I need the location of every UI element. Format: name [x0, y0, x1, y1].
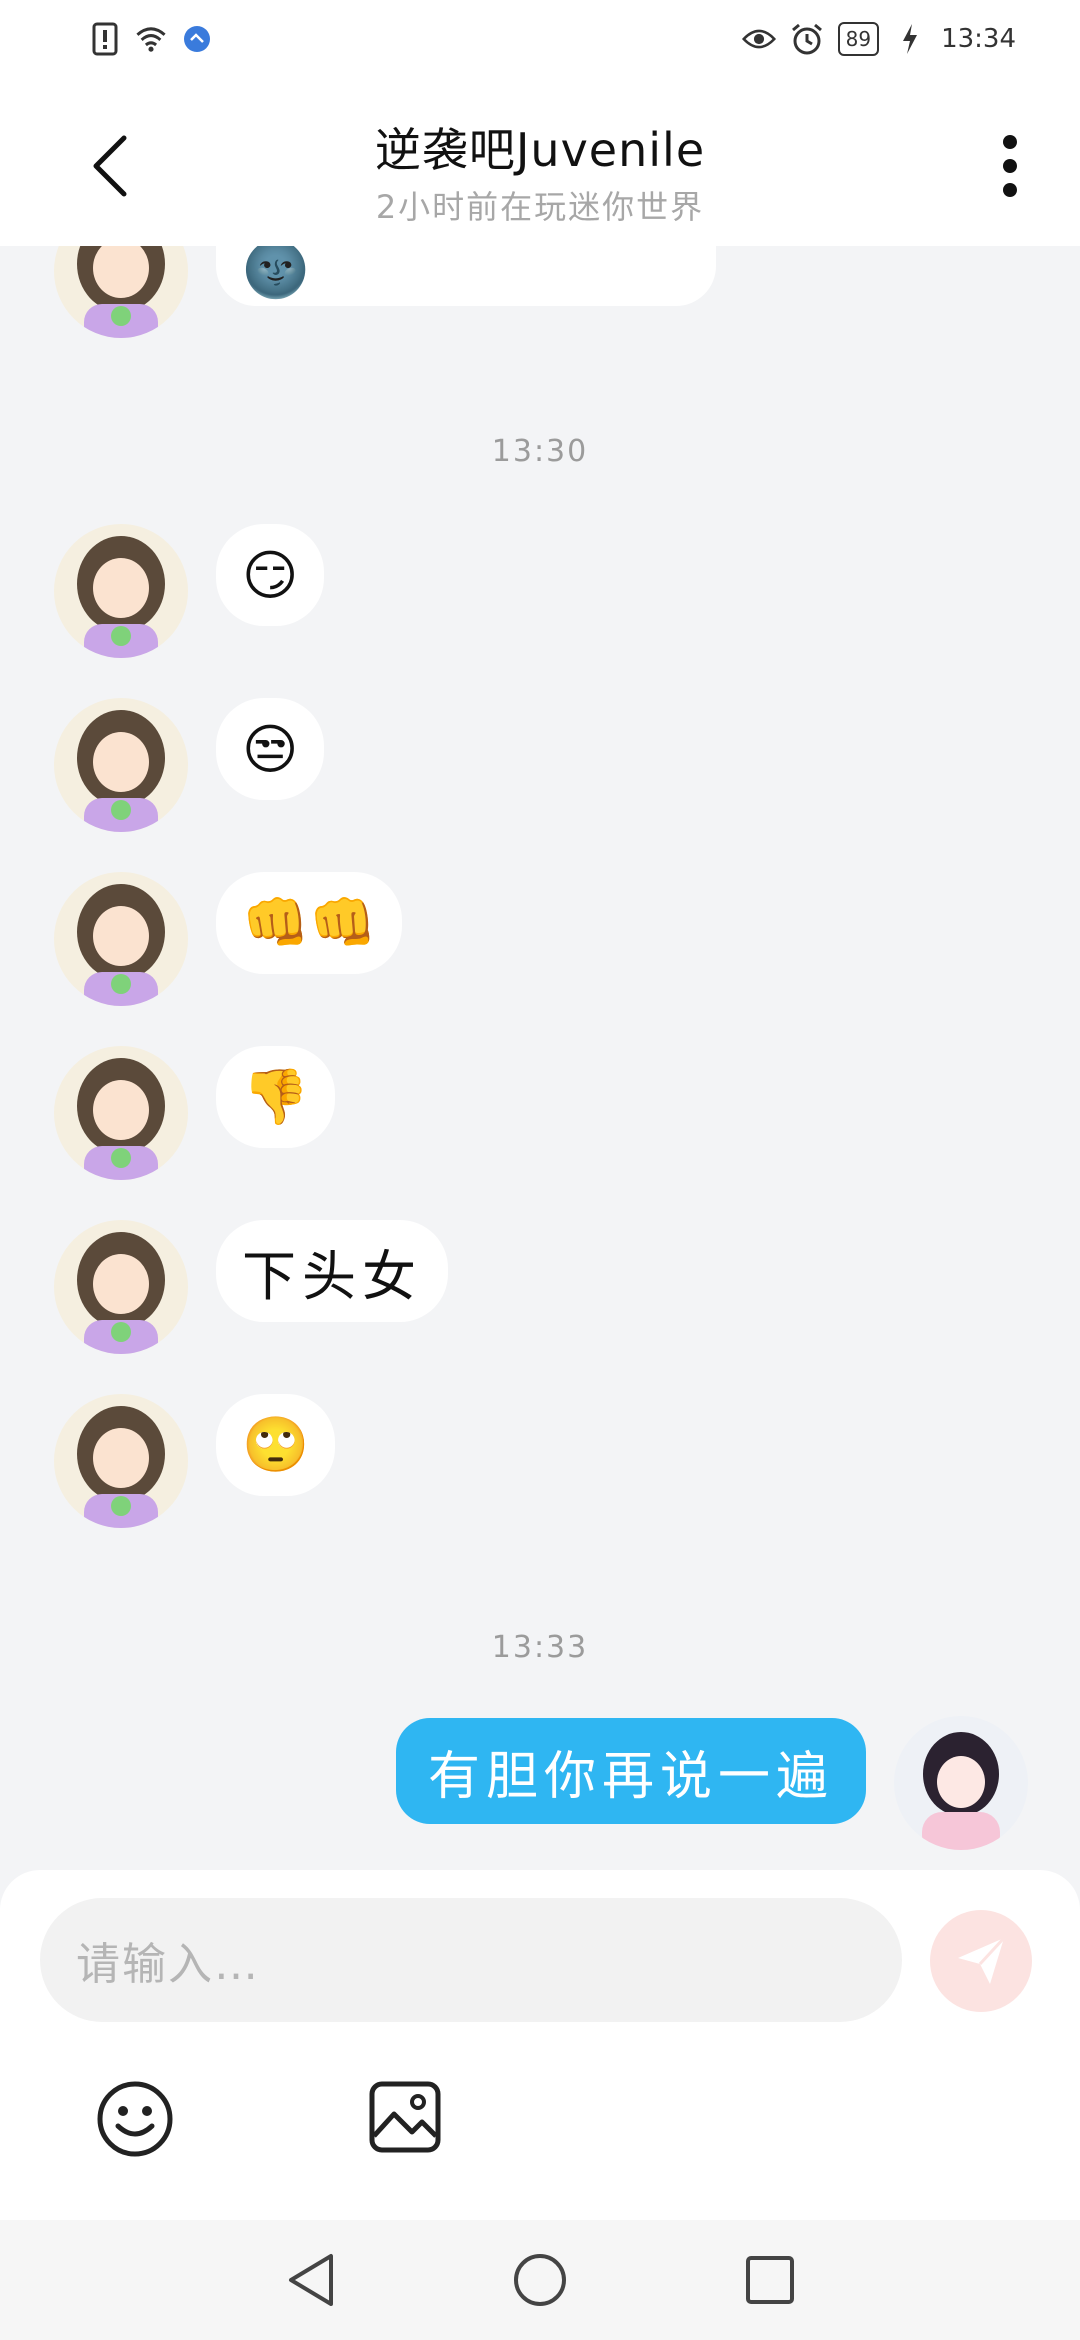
message-content: 😏 — [242, 543, 299, 607]
message-row-incoming: 😒 — [54, 698, 325, 832]
status-right: 89 13:34 — [741, 22, 1016, 56]
input-bar: 请输入… — [0, 1870, 1080, 2220]
system-navigation-bar — [0, 2220, 1080, 2340]
more-options-button[interactable] — [980, 126, 1040, 206]
nav-recents-button[interactable] — [738, 2248, 802, 2312]
status-time: 13:34 — [941, 24, 1016, 54]
send-button[interactable] — [930, 1910, 1032, 2012]
emoji-icon — [97, 2081, 173, 2157]
battery-icon: 89 — [837, 22, 880, 56]
contact-avatar[interactable] — [54, 246, 188, 338]
message-bubble[interactable]: 下头女 — [216, 1220, 448, 1322]
more-vertical-icon — [1003, 135, 1017, 197]
message-bubble[interactable]: 🌚 — [216, 246, 716, 306]
triangle-back-icon — [289, 2254, 333, 2306]
my-avatar[interactable] — [894, 1716, 1028, 1850]
contact-avatar[interactable] — [54, 524, 188, 658]
emoji-button[interactable] — [96, 2080, 174, 2158]
contact-avatar[interactable] — [54, 1394, 188, 1528]
message-content: 下头女 — [242, 1244, 422, 1308]
charging-icon — [893, 22, 927, 56]
message-row-incoming: 🌚 — [54, 246, 716, 338]
alarm-icon — [790, 22, 824, 56]
message-content: 👊👊 — [242, 891, 377, 954]
message-bubble-outgoing[interactable]: 有胆你再说一遍 — [395, 1718, 866, 1824]
message-row-incoming: 😏 — [54, 524, 325, 658]
timestamp: 13:33 — [491, 1630, 589, 1665]
message-content: 😒 — [242, 717, 299, 781]
message-bubble[interactable]: 😏 — [216, 524, 325, 626]
contact-name: 逆袭吧Juvenile — [374, 123, 706, 177]
eye-icon — [741, 22, 776, 56]
message-row-incoming: 👎 — [54, 1046, 336, 1180]
message-bubble[interactable]: 👊👊 — [216, 872, 403, 974]
message-row-incoming: 下头女 — [54, 1220, 448, 1354]
square-recents-icon — [746, 2256, 794, 2304]
message-list[interactable]: 🌚 13:30 😏 😒 👊👊 👎 下头女 🙄 13:33 有胆你再说一遍 — [0, 246, 1080, 1870]
status-bar: 89 13:34 — [0, 0, 1080, 86]
message-content: 有胆你再说一遍 — [427, 1746, 834, 1807]
circle-home-icon — [514, 2254, 566, 2306]
contact-avatar[interactable] — [54, 1220, 188, 1354]
contact-avatar[interactable] — [54, 698, 188, 832]
contact-avatar[interactable] — [54, 1046, 188, 1180]
message-row-incoming: 🙄 — [54, 1394, 336, 1528]
app-notification-icon — [180, 22, 214, 56]
send-icon — [958, 1936, 1006, 1984]
message-bubble[interactable]: 👎 — [216, 1046, 336, 1148]
contact-status: 2小时前在玩迷你世界 — [375, 188, 705, 226]
nav-back-button[interactable] — [278, 2248, 342, 2312]
alert-icon — [88, 22, 122, 56]
message-bubble[interactable]: 😒 — [216, 698, 325, 800]
chat-header: 逆袭吧Juvenile 2小时前在玩迷你世界 — [0, 86, 1080, 246]
message-bubble[interactable]: 🙄 — [216, 1394, 336, 1496]
message-row-incoming: 👊👊 — [54, 872, 403, 1006]
message-input-placeholder: 请输入… — [76, 1939, 260, 1990]
image-button[interactable] — [368, 2080, 442, 2154]
contact-avatar[interactable] — [54, 872, 188, 1006]
wifi-icon — [134, 22, 168, 56]
image-icon — [369, 2081, 441, 2153]
message-content: 👎 — [242, 1065, 310, 1128]
nav-home-button[interactable] — [508, 2248, 572, 2312]
status-left — [88, 22, 214, 56]
message-input[interactable]: 请输入… — [40, 1898, 902, 2022]
timestamp: 13:30 — [491, 434, 589, 469]
message-row-outgoing: 有胆你再说一遍 — [395, 1716, 1028, 1850]
message-content: 🌚 — [242, 246, 310, 301]
battery-level: 89 — [845, 27, 872, 51]
message-content: 🙄 — [242, 1413, 310, 1476]
